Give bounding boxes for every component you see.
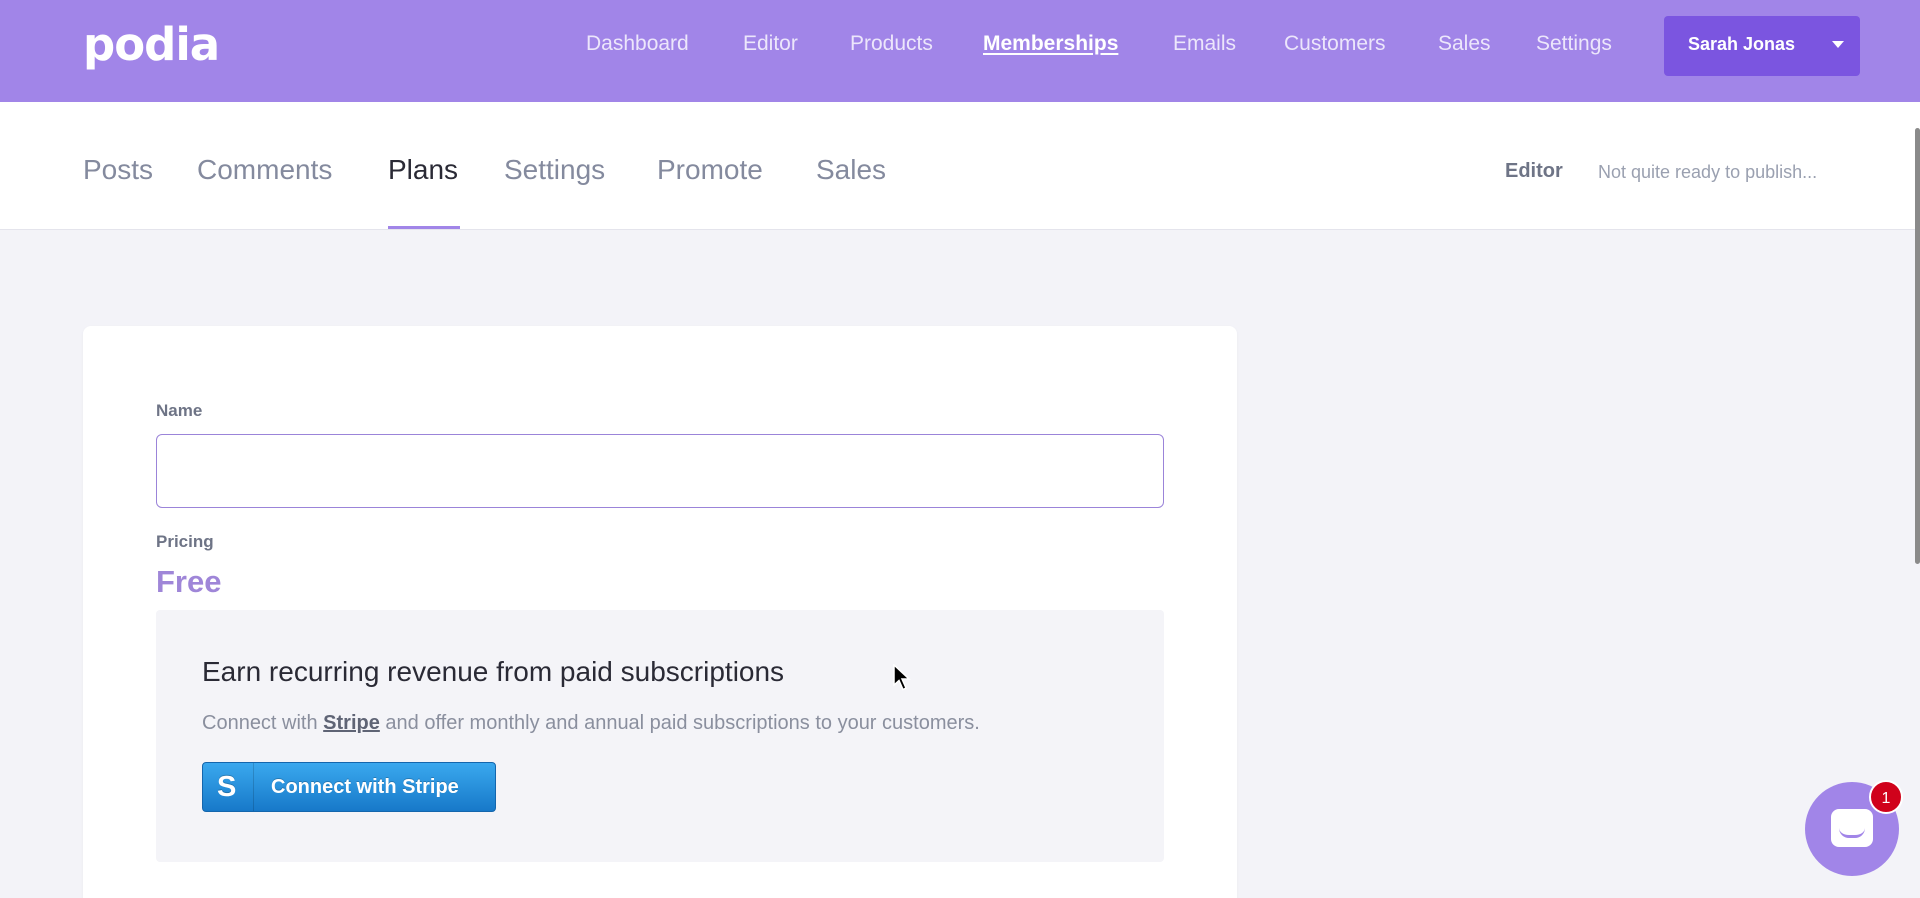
connect-stripe-button[interactable]: S Connect with Stripe: [202, 762, 496, 812]
price-value: Free: [156, 564, 222, 599]
stripe-promo-panel: Earn recurring revenue from paid subscri…: [156, 610, 1164, 862]
nav-dashboard[interactable]: Dashboard: [586, 32, 689, 56]
name-label: Name: [156, 401, 203, 420]
mouse-cursor-icon: [893, 664, 911, 691]
tab-sales[interactable]: Sales: [816, 154, 886, 186]
stripe-promo-title: Earn recurring revenue from paid subscri…: [202, 656, 785, 687]
active-tab-indicator: [388, 226, 460, 229]
nav-emails[interactable]: Emails: [1173, 32, 1236, 56]
connect-stripe-label: Connect with Stripe: [271, 776, 459, 798]
top-navigation-bar: podia Dashboard Editor Products Membersh…: [0, 0, 1920, 102]
tab-comments[interactable]: Comments: [197, 154, 332, 186]
stripe-s-icon: S: [217, 771, 237, 803]
chat-notification-badge: 1: [1869, 780, 1903, 814]
nav-customers[interactable]: Customers: [1284, 32, 1386, 56]
tab-promote[interactable]: Promote: [657, 154, 763, 186]
nav-editor[interactable]: Editor: [743, 32, 798, 56]
membership-subnav: Posts Comments Plans Settings Promote Sa…: [0, 102, 1920, 230]
nav-memberships[interactable]: Memberships: [983, 32, 1118, 56]
nav-settings[interactable]: Settings: [1536, 32, 1612, 56]
tab-settings[interactable]: Settings: [504, 154, 605, 186]
podia-logo[interactable]: podia: [83, 20, 220, 70]
pricing-label: Pricing: [156, 532, 214, 551]
caret-down-icon: [1832, 41, 1844, 48]
stripe-link[interactable]: Stripe: [323, 712, 380, 734]
nav-products[interactable]: Products: [850, 32, 933, 56]
stripe-desc-before: Connect with: [202, 712, 324, 734]
button-divider: [253, 763, 254, 811]
page-scrollbar[interactable]: [1915, 128, 1920, 564]
user-menu-button[interactable]: Sarah Jonas: [1664, 16, 1860, 76]
nav-sales[interactable]: Sales: [1438, 32, 1491, 56]
tab-plans[interactable]: Plans: [388, 154, 458, 186]
publish-status: Not quite ready to publish...: [1598, 162, 1818, 182]
user-name: Sarah Jonas: [1688, 34, 1796, 54]
editor-link[interactable]: Editor: [1505, 160, 1563, 183]
plan-form-card: Name Pricing Free Earn recurring revenue…: [83, 326, 1237, 898]
tab-posts[interactable]: Posts: [83, 154, 153, 186]
stripe-promo-description: Connect with Stripe and offer monthly an…: [202, 712, 980, 735]
plan-name-input[interactable]: [156, 434, 1164, 508]
stripe-desc-after: and offer monthly and annual paid subscr…: [379, 712, 980, 734]
